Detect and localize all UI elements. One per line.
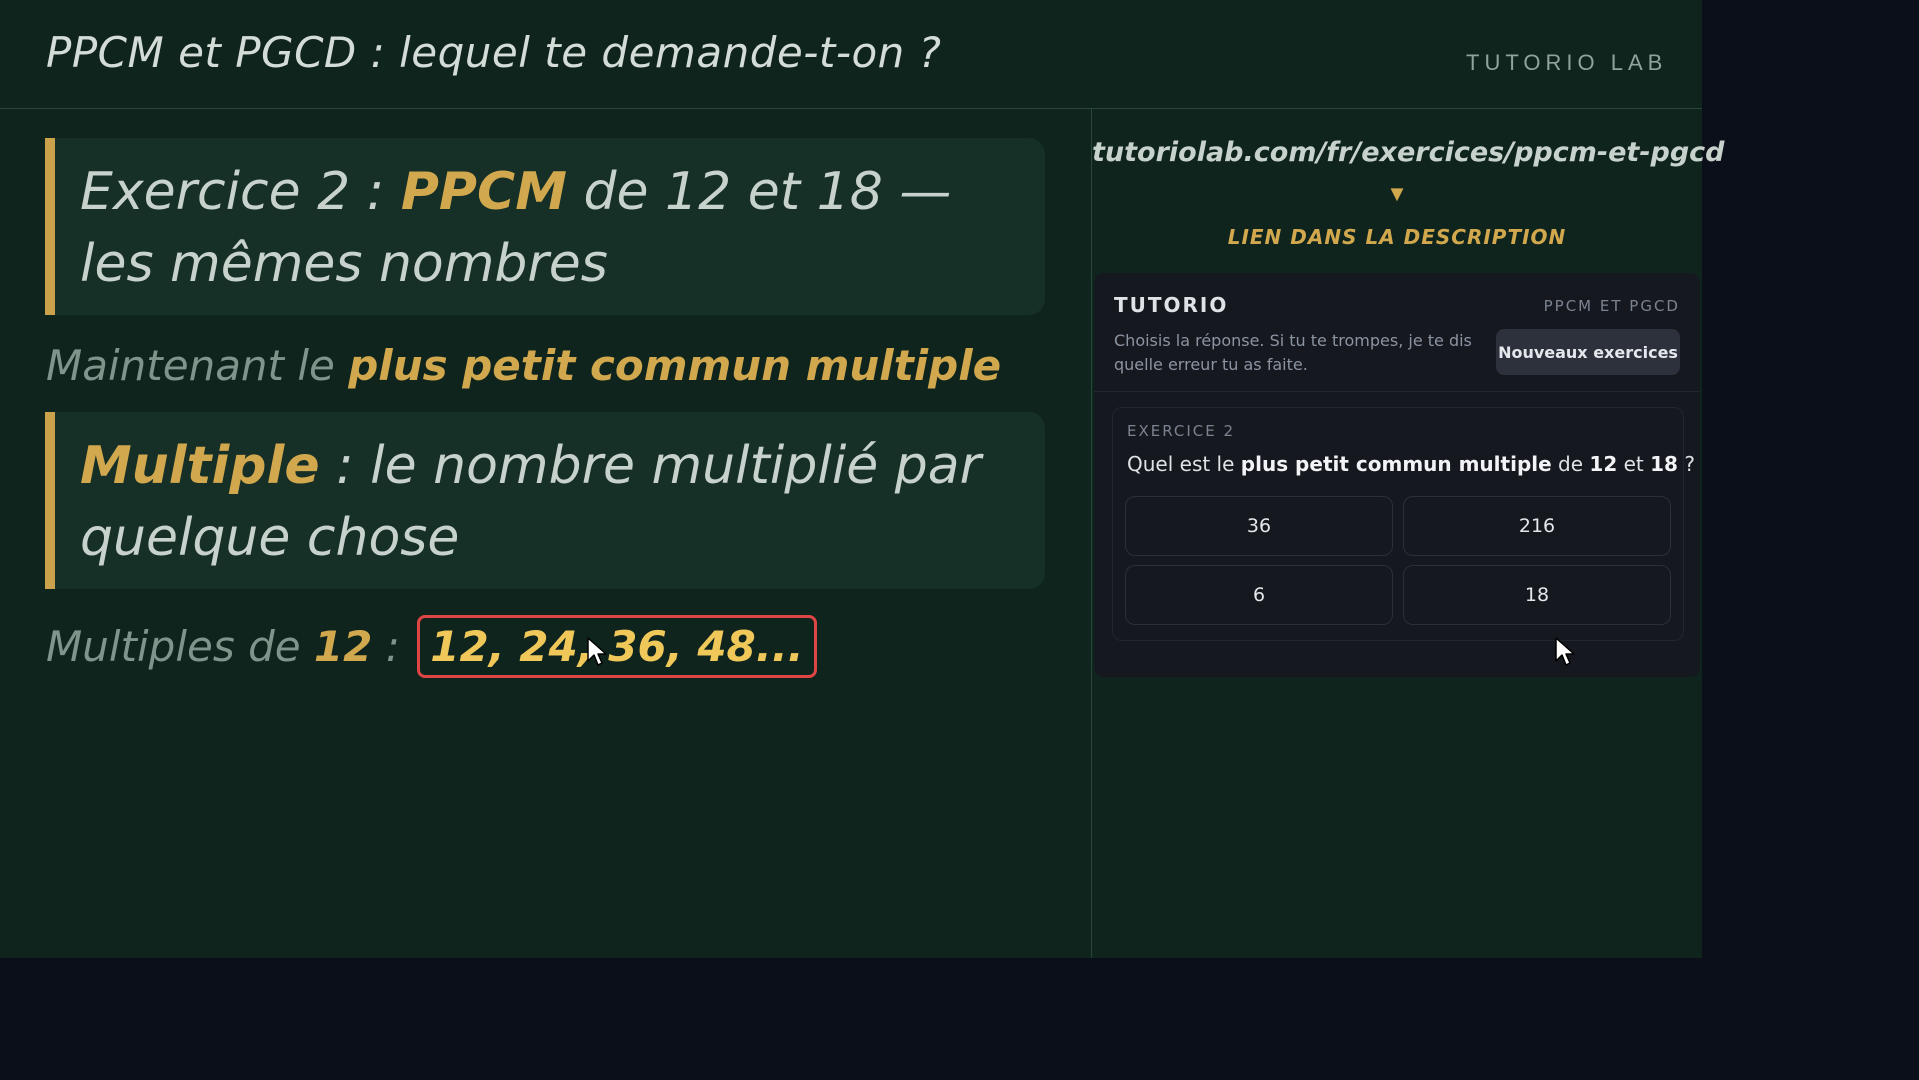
page-title: PPCM et PGCD : lequel te demande-t-on ? bbox=[46, 28, 942, 77]
link-hint: LIEN DANS LA DESCRIPTION bbox=[1227, 225, 1567, 249]
callout-line2: les mêmes nombres bbox=[80, 234, 608, 294]
multiples-prefix: Multiples de bbox=[46, 622, 314, 671]
instruction-line: Maintenant le plus petit commun multiple bbox=[46, 341, 1001, 390]
multiples-separator: : bbox=[372, 622, 400, 671]
answer-option[interactable]: 6 bbox=[1125, 565, 1393, 625]
answer-option[interactable]: 216 bbox=[1403, 496, 1671, 556]
new-exercises-button[interactable]: Nouveaux exercices bbox=[1496, 329, 1680, 375]
question-part: de bbox=[1551, 452, 1590, 476]
multiples-number: 12 bbox=[313, 622, 373, 671]
top-bar: PPCM et PGCD : lequel te demande-t-on ? … bbox=[0, 0, 1702, 109]
definition-line2: quelque chose bbox=[80, 508, 460, 568]
answer-option[interactable]: 36 bbox=[1125, 496, 1393, 556]
question-number: 18 bbox=[1650, 452, 1678, 476]
callout-suffix: de 12 et 18 — bbox=[566, 162, 952, 222]
exercise-callout: Exercice 2 : PPCM de 12 et 18 — les même… bbox=[45, 138, 1045, 315]
exercise-question: Quel est le plus petit commun multiple d… bbox=[1127, 452, 1695, 476]
question-number: 12 bbox=[1589, 452, 1618, 476]
quiz-brand: TUTORIO bbox=[1114, 293, 1229, 317]
quiz-description: Choisis la réponse. Si tu te trompes, je… bbox=[1114, 331, 1472, 374]
instruction-prefix: Maintenant le bbox=[46, 341, 349, 390]
lesson-pane: Exercice 2 : PPCM de 12 et 18 — les même… bbox=[0, 109, 1092, 958]
cursor-arrow-icon bbox=[1555, 637, 1575, 666]
definition-callout: Multiple : le nombre multiplié par quelq… bbox=[45, 412, 1045, 589]
callout-highlight: PPCM bbox=[400, 162, 567, 222]
question-part: et bbox=[1617, 452, 1651, 476]
quiz-card-header: TUTORIO PPCM ET PGCD Choisis la réponse.… bbox=[1094, 273, 1700, 392]
exercise-label: EXERCICE 2 bbox=[1127, 422, 1236, 440]
sidebar: tutoriolab.com/fr/exercices/ppcm-et-pgcd… bbox=[1092, 109, 1725, 958]
multiples-line: Multiples de 12 : 12, 24, 36, 48... bbox=[46, 615, 817, 678]
quiz-topic: PPCM ET PGCD bbox=[1543, 297, 1680, 315]
exercise-url[interactable]: tutoriolab.com/fr/exercices/ppcm-et-pgcd bbox=[1092, 137, 1725, 168]
instruction-highlight: plus petit commun multiple bbox=[348, 341, 1002, 390]
definition-text: : le nombre multiplié par bbox=[319, 436, 982, 496]
cursor-arrow-icon bbox=[587, 637, 607, 666]
quiz-card: TUTORIO PPCM ET PGCD Choisis la réponse.… bbox=[1094, 273, 1700, 677]
callout-prefix: Exercice 2 : bbox=[80, 162, 401, 222]
question-part: Quel est le bbox=[1127, 452, 1241, 476]
question-part: ? bbox=[1677, 452, 1695, 476]
brand-label: TUTORIO LAB bbox=[1466, 50, 1668, 75]
answer-option[interactable]: 18 bbox=[1403, 565, 1671, 625]
arrow-down-icon: ▼ bbox=[1386, 181, 1408, 206]
lesson-board: PPCM et PGCD : lequel te demande-t-on ? … bbox=[0, 0, 1725, 958]
multiples-highlight-box: 12, 24, 36, 48... bbox=[417, 615, 817, 678]
definition-term: Multiple bbox=[80, 436, 320, 496]
question-keyword: plus petit commun multiple bbox=[1240, 452, 1552, 476]
exercise-panel: EXERCICE 2 Quel est le plus petit commun… bbox=[1112, 407, 1695, 641]
